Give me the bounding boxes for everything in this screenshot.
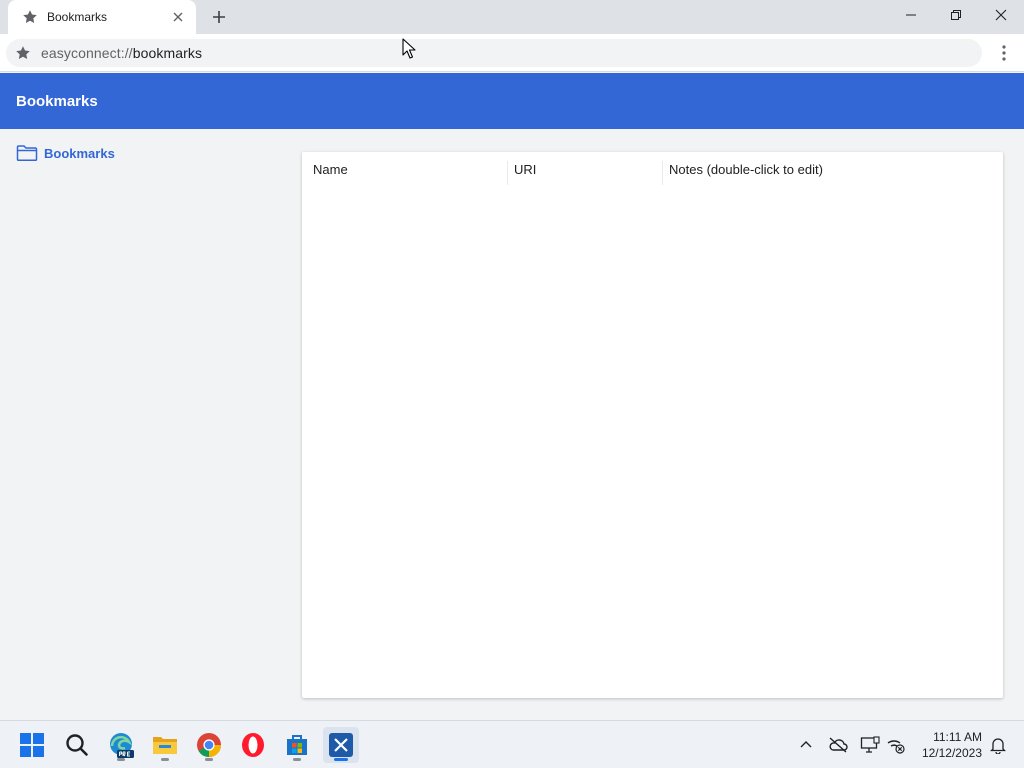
clock[interactable]: 11:11 AM 12/12/2023: [912, 729, 982, 761]
minimize-icon: [906, 14, 916, 16]
page-body: Bookmarks Name URI Notes (double-click t…: [0, 129, 1024, 720]
running-indicator: [161, 758, 169, 761]
url-text: easyconnect://bookmarks: [41, 45, 202, 61]
search-icon: [66, 734, 88, 756]
notifications-button[interactable]: [986, 733, 1010, 757]
page-title: Bookmarks: [16, 93, 98, 110]
taskbar-edge-beta[interactable]: [103, 727, 139, 763]
menu-kebab-icon[interactable]: [996, 43, 1012, 63]
edge-beta-icon: [110, 733, 134, 758]
close-tab-icon[interactable]: [170, 9, 186, 25]
tab-title: Bookmarks: [47, 10, 108, 24]
star-icon: [23, 10, 37, 23]
clock-date: 12/12/2023: [921, 746, 982, 760]
bookmark-star-icon[interactable]: [15, 45, 31, 61]
easyconnect-icon: [329, 733, 353, 757]
running-indicator: [117, 758, 125, 761]
tray-network[interactable]: [884, 733, 908, 757]
restore-button[interactable]: [933, 0, 979, 30]
column-header-notes[interactable]: Notes (double-click to edit): [662, 161, 1002, 185]
column-header-name[interactable]: Name: [303, 161, 507, 185]
active-indicator: [334, 758, 348, 761]
taskbar-chrome[interactable]: [191, 727, 227, 763]
tray-onedrive[interactable]: [826, 733, 850, 757]
taskbar-file-explorer[interactable]: [147, 727, 183, 763]
tab-strip: Bookmarks: [0, 0, 1024, 34]
opera-icon: [242, 733, 264, 757]
clock-time: 11:11 AM: [933, 730, 982, 744]
running-indicator: [293, 758, 301, 761]
tray-overflow[interactable]: [794, 733, 818, 757]
onedrive-off-icon: [829, 737, 848, 753]
running-indicator: [205, 758, 213, 761]
tree-item-label: Bookmarks: [44, 145, 115, 161]
store-icon: [287, 735, 307, 755]
taskbar-opera[interactable]: [235, 727, 271, 763]
search-button[interactable]: [59, 727, 95, 763]
chrome-icon: [197, 733, 221, 757]
tree-item-bookmarks[interactable]: Bookmarks: [16, 143, 115, 163]
tab-bookmarks[interactable]: Bookmarks: [8, 0, 196, 34]
close-icon: [995, 9, 1007, 21]
new-tab-icon[interactable]: [208, 6, 230, 28]
url-host: bookmarks: [132, 45, 203, 61]
taskbar-easyconnect[interactable]: [323, 727, 359, 763]
tray-display[interactable]: [858, 733, 882, 757]
chevron-up-icon: [800, 741, 812, 748]
bookmark-list: Name URI Notes (double-click to edit): [302, 152, 1003, 698]
file-explorer-icon: [153, 737, 177, 754]
start-icon: [20, 733, 44, 757]
mouse-cursor-icon: [402, 38, 416, 59]
start-button[interactable]: [14, 727, 50, 763]
taskbar: 11:11 AM 12/12/2023: [0, 720, 1024, 768]
column-header-uri[interactable]: URI: [507, 161, 662, 185]
folder-icon: [16, 145, 38, 162]
url-scheme: easyconnect://: [41, 45, 133, 61]
address-bar[interactable]: easyconnect://bookmarks: [6, 39, 982, 67]
page-header: Bookmarks: [0, 73, 1024, 129]
display-icon: [860, 736, 880, 753]
bell-icon: [990, 738, 1006, 754]
taskbar-store[interactable]: [279, 727, 315, 763]
browser-toolbar: easyconnect://bookmarks: [0, 34, 1024, 72]
network-off-icon: [887, 740, 905, 754]
minimize-button[interactable]: [888, 0, 934, 30]
close-window-button[interactable]: [978, 0, 1024, 30]
restore-icon: [951, 10, 961, 20]
